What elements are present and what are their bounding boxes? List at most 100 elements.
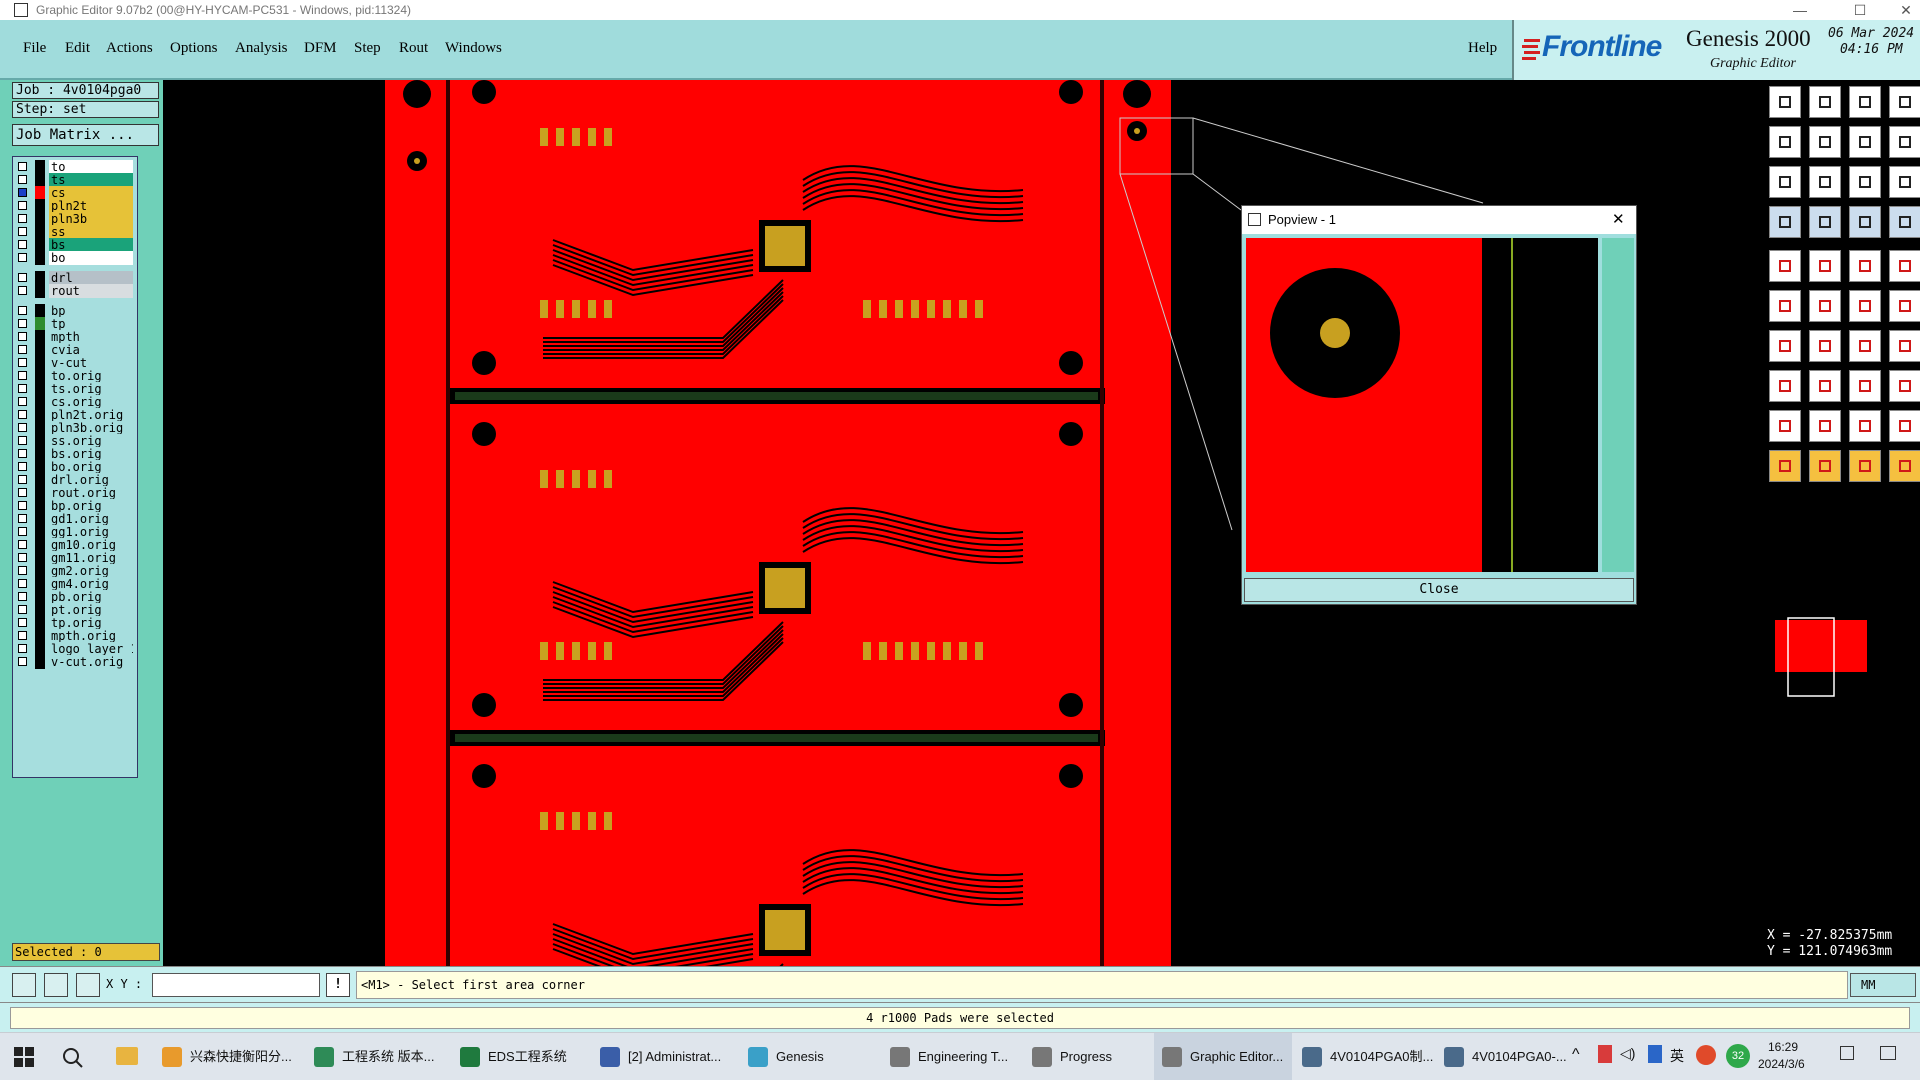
search-icon[interactable] xyxy=(62,1047,84,1069)
notification-center-icon[interactable] xyxy=(1880,1046,1896,1060)
layer-checkbox[interactable] xyxy=(18,592,27,601)
circle-icon[interactable] xyxy=(1889,250,1920,282)
zoom-in-icon[interactable] xyxy=(1769,126,1801,158)
surface-icon[interactable] xyxy=(1809,410,1841,442)
home-icon[interactable] xyxy=(1849,86,1881,118)
pan-icon[interactable] xyxy=(1769,166,1801,198)
layer-checkbox[interactable] xyxy=(18,273,27,282)
layer-checkbox[interactable] xyxy=(18,501,27,510)
taskbar-item[interactable]: 4V0104PGA0制... xyxy=(1294,1033,1434,1080)
taskbar-item[interactable]: Graphic Editor... xyxy=(1154,1033,1292,1080)
drill-icon[interactable] xyxy=(1769,250,1801,282)
network-icon[interactable] xyxy=(1648,1045,1662,1063)
layer-checkbox[interactable] xyxy=(18,306,27,315)
taskbar-item[interactable]: 兴森快捷衡阳分... xyxy=(154,1033,304,1080)
layer-color-swatch[interactable] xyxy=(35,655,45,669)
menu-rout[interactable]: Rout xyxy=(399,40,428,57)
tray-app-icon[interactable] xyxy=(1598,1045,1612,1063)
file-explorer-icon[interactable] xyxy=(116,1047,138,1065)
layer-checkbox[interactable] xyxy=(18,488,27,497)
popview-window[interactable]: Popview - 1 ✕ Close xyxy=(1241,205,1637,605)
menu-step[interactable]: Step xyxy=(354,40,381,57)
save-icon[interactable] xyxy=(1809,86,1841,118)
units-selector[interactable]: MM xyxy=(1850,973,1916,997)
popview-close-button[interactable]: Close xyxy=(1244,578,1634,602)
layer-checkbox[interactable] xyxy=(18,514,27,523)
layer-checkbox[interactable] xyxy=(18,566,27,575)
ratio-icon[interactable] xyxy=(1849,166,1881,198)
clock-time[interactable]: 16:29 xyxy=(1768,1040,1798,1054)
taskbar-item[interactable]: [2] Administrat... xyxy=(592,1033,738,1080)
taskbar-item[interactable]: EDS工程系统 xyxy=(452,1033,590,1080)
polygon-icon[interactable] xyxy=(1769,410,1801,442)
ime-indicator[interactable]: 英 xyxy=(1670,1046,1684,1066)
layer-color-swatch[interactable] xyxy=(35,284,45,298)
menu-help[interactable]: Help xyxy=(1468,40,1497,57)
layer-checkbox[interactable] xyxy=(18,631,27,640)
layer-checkbox[interactable] xyxy=(18,227,27,236)
select-icon[interactable] xyxy=(1769,450,1801,482)
layout-icon[interactable] xyxy=(1889,126,1920,158)
layer-checkbox[interactable] xyxy=(18,162,27,171)
group-icon[interactable] xyxy=(1889,370,1920,402)
taskbar-item[interactable]: Engineering T... xyxy=(882,1033,1022,1080)
component-icon[interactable] xyxy=(1849,370,1881,402)
layer-checkbox[interactable] xyxy=(18,397,27,406)
connect-icon[interactable] xyxy=(1849,290,1881,322)
layer-checkbox[interactable] xyxy=(18,188,27,197)
popview-canvas[interactable] xyxy=(1246,238,1598,572)
layer-checkbox[interactable] xyxy=(18,436,27,445)
query-icon[interactable] xyxy=(1889,166,1920,198)
open-icon[interactable] xyxy=(1769,86,1801,118)
snap-icon[interactable] xyxy=(1769,206,1801,238)
measure-tool-icon[interactable] xyxy=(44,973,68,997)
layer-checkbox[interactable] xyxy=(18,579,27,588)
layer-row-bo[interactable]: bo xyxy=(13,250,137,266)
layer-name[interactable]: v-cut.orig xyxy=(49,655,133,669)
layer-checkbox[interactable] xyxy=(18,553,27,562)
maximize-button[interactable]: ☐ xyxy=(1840,0,1880,20)
frame-icon[interactable] xyxy=(1889,86,1920,118)
overview-map[interactable] xyxy=(1763,610,1920,870)
trace-icon[interactable] xyxy=(1809,370,1841,402)
route-icon[interactable] xyxy=(1849,206,1881,238)
tray-chevron-icon[interactable]: ^ xyxy=(1572,1046,1580,1064)
sogou-icon[interactable] xyxy=(1696,1045,1716,1065)
exclamation-icon[interactable]: ! xyxy=(326,973,350,997)
menu-dfm[interactable]: DFM xyxy=(304,40,337,57)
node-icon[interactable] xyxy=(1769,290,1801,322)
outline-icon[interactable] xyxy=(1849,410,1881,442)
layer-checkbox[interactable] xyxy=(18,618,27,627)
menu-file[interactable]: File xyxy=(23,40,46,57)
taskbar-item[interactable]: Genesis xyxy=(740,1033,880,1080)
minimize-button[interactable]: — xyxy=(1780,0,1820,20)
zoom-out-icon[interactable] xyxy=(1809,126,1841,158)
clock-date[interactable]: 2024/3/6 xyxy=(1758,1057,1805,1071)
select-area-icon[interactable] xyxy=(1809,450,1841,482)
layer-checkbox[interactable] xyxy=(18,332,27,341)
volume-icon[interactable]: ◁) xyxy=(1620,1045,1635,1062)
zoom-fit-icon[interactable] xyxy=(1849,126,1881,158)
layer-color-swatch[interactable] xyxy=(35,251,45,265)
layer-checkbox[interactable] xyxy=(18,240,27,249)
layer-checkbox[interactable] xyxy=(18,384,27,393)
select-net-icon[interactable] xyxy=(1849,450,1881,482)
layer-checkbox[interactable] xyxy=(18,253,27,262)
grid-tool-icon[interactable] xyxy=(76,973,100,997)
notification-badge[interactable]: 32 xyxy=(1726,1044,1750,1068)
branch-icon[interactable] xyxy=(1889,290,1920,322)
close-window-button[interactable]: ✕ xyxy=(1886,0,1920,20)
fill-icon[interactable] xyxy=(1889,410,1920,442)
net-icon[interactable] xyxy=(1889,206,1920,238)
pad-add-icon[interactable] xyxy=(1769,370,1801,402)
job-matrix-button[interactable]: Job Matrix ... xyxy=(12,124,159,146)
layer-checkbox[interactable] xyxy=(18,423,27,432)
line-edit-icon[interactable] xyxy=(1809,330,1841,362)
layer-checkbox[interactable] xyxy=(18,527,27,536)
arc-icon[interactable] xyxy=(1849,330,1881,362)
center-icon[interactable] xyxy=(1809,166,1841,198)
desktop-switch-icon[interactable] xyxy=(1840,1046,1854,1060)
menu-actions[interactable]: Actions xyxy=(106,40,153,57)
layer-checkbox[interactable] xyxy=(18,449,27,458)
layer-checkbox[interactable] xyxy=(18,644,27,653)
